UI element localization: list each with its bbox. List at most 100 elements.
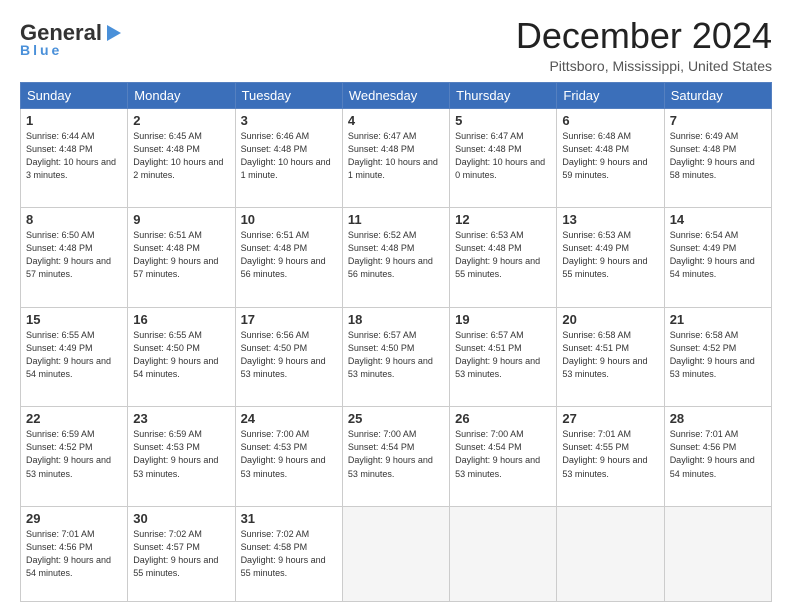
table-row: 8Sunrise: 6:50 AMSunset: 4:48 PMDaylight… [21, 208, 128, 308]
day-number: 27 [562, 411, 658, 426]
calendar-week-row: 1Sunrise: 6:44 AMSunset: 4:48 PMDaylight… [21, 108, 772, 208]
day-info: Sunrise: 6:59 AMSunset: 4:52 PMDaylight:… [26, 428, 122, 480]
day-info: Sunrise: 7:00 AMSunset: 4:53 PMDaylight:… [241, 428, 337, 480]
calendar-header-row: Sunday Monday Tuesday Wednesday Thursday… [21, 82, 772, 108]
table-row: 30 Sunrise: 7:02 AMSunset: 4:57 PMDayligh… [128, 506, 235, 601]
day-number: 9 [133, 212, 229, 227]
day-number: 26 [455, 411, 551, 426]
day-info: Sunrise: 6:54 AMSunset: 4:49 PMDaylight:… [670, 229, 766, 281]
day-info: Sunrise: 6:52 AMSunset: 4:48 PMDaylight:… [348, 229, 444, 281]
day-number: 24 [241, 411, 337, 426]
table-row: 25 Sunrise: 7:00 AMSunset: 4:54 PMDayligh… [342, 407, 449, 507]
day-number: 4 [348, 113, 444, 128]
day-info: Sunrise: 7:01 AMSunset: 4:56 PMDaylight:… [670, 428, 766, 480]
day-number: 13 [562, 212, 658, 227]
table-row [557, 506, 664, 601]
table-row: 5 Sunrise: 6:47 AMSunset: 4:48 PMDaylight… [450, 108, 557, 208]
header-monday: Monday [128, 82, 235, 108]
table-row: 20Sunrise: 6:58 AMSunset: 4:51 PMDayligh… [557, 307, 664, 407]
day-number: 16 [133, 312, 229, 327]
day-number: 6 [562, 113, 658, 128]
day-info: Sunrise: 7:00 AMSunset: 4:54 PMDaylight:… [348, 428, 444, 480]
day-number: 21 [670, 312, 766, 327]
day-number: 23 [133, 411, 229, 426]
table-row: 24 Sunrise: 7:00 AMSunset: 4:53 PMDayligh… [235, 407, 342, 507]
calendar-week-row: 22 Sunrise: 6:59 AMSunset: 4:52 PMDayligh… [21, 407, 772, 507]
location: Pittsboro, Mississippi, United States [516, 58, 772, 74]
day-number: 8 [26, 212, 122, 227]
day-number: 1 [26, 113, 122, 128]
day-info: Sunrise: 6:46 AMSunset: 4:48 PMDaylight:… [241, 130, 337, 182]
day-number: 5 [455, 113, 551, 128]
day-number: 19 [455, 312, 551, 327]
header-saturday: Saturday [664, 82, 771, 108]
table-row [342, 506, 449, 601]
day-info: Sunrise: 6:57 AMSunset: 4:50 PMDaylight:… [348, 329, 444, 381]
day-info: Sunrise: 6:51 AMSunset: 4:48 PMDaylight:… [241, 229, 337, 281]
table-row: 26 Sunrise: 7:00 AMSunset: 4:54 PMDayligh… [450, 407, 557, 507]
table-row: 31Sunrise: 7:02 AMSunset: 4:58 PMDayligh… [235, 506, 342, 601]
logo-blue-text: Blue [20, 42, 62, 58]
table-row: 11 Sunrise: 6:52 AMSunset: 4:48 PMDayligh… [342, 208, 449, 308]
day-info: Sunrise: 7:00 AMSunset: 4:54 PMDaylight:… [455, 428, 551, 480]
day-info: Sunrise: 6:57 AMSunset: 4:51 PMDaylight:… [455, 329, 551, 381]
day-number: 25 [348, 411, 444, 426]
header-thursday: Thursday [450, 82, 557, 108]
calendar-week-row: 15Sunrise: 6:55 AMSunset: 4:49 PMDayligh… [21, 307, 772, 407]
table-row: 15Sunrise: 6:55 AMSunset: 4:49 PMDayligh… [21, 307, 128, 407]
day-info: Sunrise: 6:59 AMSunset: 4:53 PMDaylight:… [133, 428, 229, 480]
calendar-week-row: 8Sunrise: 6:50 AMSunset: 4:48 PMDaylight… [21, 208, 772, 308]
day-number: 22 [26, 411, 122, 426]
title-area: December 2024 Pittsboro, Mississippi, Un… [516, 16, 772, 74]
day-info: Sunrise: 6:47 AMSunset: 4:48 PMDaylight:… [455, 130, 551, 182]
table-row: 21 Sunrise: 6:58 AMSunset: 4:52 PMDayligh… [664, 307, 771, 407]
day-number: 31 [241, 511, 337, 526]
table-row: 17Sunrise: 6:56 AMSunset: 4:50 PMDayligh… [235, 307, 342, 407]
calendar-table: Sunday Monday Tuesday Wednesday Thursday… [20, 82, 772, 602]
table-row: 6 Sunrise: 6:48 AMSunset: 4:48 PMDaylight… [557, 108, 664, 208]
table-row: 10 Sunrise: 6:51 AMSunset: 4:48 PMDayligh… [235, 208, 342, 308]
day-info: Sunrise: 6:48 AMSunset: 4:48 PMDaylight:… [562, 130, 658, 182]
header: General Blue December 2024 Pittsboro, Mi… [20, 16, 772, 74]
table-row: 27 Sunrise: 7:01 AMSunset: 4:55 PMDayligh… [557, 407, 664, 507]
table-row: 19 Sunrise: 6:57 AMSunset: 4:51 PMDayligh… [450, 307, 557, 407]
day-number: 29 [26, 511, 122, 526]
table-row: 2 Sunrise: 6:45 AMSunset: 4:48 PMDaylight… [128, 108, 235, 208]
day-number: 7 [670, 113, 766, 128]
header-tuesday: Tuesday [235, 82, 342, 108]
table-row: 28Sunrise: 7:01 AMSunset: 4:56 PMDayligh… [664, 407, 771, 507]
day-info: Sunrise: 6:45 AMSunset: 4:48 PMDaylight:… [133, 130, 229, 182]
header-wednesday: Wednesday [342, 82, 449, 108]
day-info: Sunrise: 6:51 AMSunset: 4:48 PMDaylight:… [133, 229, 229, 281]
page: General Blue December 2024 Pittsboro, Mi… [0, 0, 792, 612]
table-row: 13 Sunrise: 6:53 AMSunset: 4:49 PMDayligh… [557, 208, 664, 308]
day-info: Sunrise: 6:55 AMSunset: 4:49 PMDaylight:… [26, 329, 122, 381]
calendar-week-row: 29 Sunrise: 7:01 AMSunset: 4:56 PMDayligh… [21, 506, 772, 601]
day-info: Sunrise: 7:01 AMSunset: 4:56 PMDaylight:… [26, 528, 122, 580]
day-number: 2 [133, 113, 229, 128]
table-row: 7Sunrise: 6:49 AMSunset: 4:48 PMDaylight… [664, 108, 771, 208]
day-number: 14 [670, 212, 766, 227]
table-row: 22 Sunrise: 6:59 AMSunset: 4:52 PMDayligh… [21, 407, 128, 507]
day-number: 10 [241, 212, 337, 227]
table-row: 4Sunrise: 6:47 AMSunset: 4:48 PMDaylight… [342, 108, 449, 208]
day-info: Sunrise: 6:58 AMSunset: 4:52 PMDaylight:… [670, 329, 766, 381]
table-row: 3 Sunrise: 6:46 AMSunset: 4:48 PMDaylight… [235, 108, 342, 208]
day-number: 11 [348, 212, 444, 227]
header-sunday: Sunday [21, 82, 128, 108]
day-number: 30 [133, 511, 229, 526]
table-row: 12Sunrise: 6:53 AMSunset: 4:48 PMDayligh… [450, 208, 557, 308]
day-info: Sunrise: 6:53 AMSunset: 4:49 PMDaylight:… [562, 229, 658, 281]
day-info: Sunrise: 7:01 AMSunset: 4:55 PMDaylight:… [562, 428, 658, 480]
table-row: 1Sunrise: 6:44 AMSunset: 4:48 PMDaylight… [21, 108, 128, 208]
day-number: 12 [455, 212, 551, 227]
table-row [450, 506, 557, 601]
day-number: 17 [241, 312, 337, 327]
logo-chevron-icon [103, 22, 125, 44]
table-row: 18Sunrise: 6:57 AMSunset: 4:50 PMDayligh… [342, 307, 449, 407]
day-number: 3 [241, 113, 337, 128]
day-info: Sunrise: 7:02 AMSunset: 4:57 PMDaylight:… [133, 528, 229, 580]
table-row: 14 Sunrise: 6:54 AMSunset: 4:49 PMDayligh… [664, 208, 771, 308]
table-row: 29 Sunrise: 7:01 AMSunset: 4:56 PMDayligh… [21, 506, 128, 601]
day-info: Sunrise: 6:55 AMSunset: 4:50 PMDaylight:… [133, 329, 229, 381]
